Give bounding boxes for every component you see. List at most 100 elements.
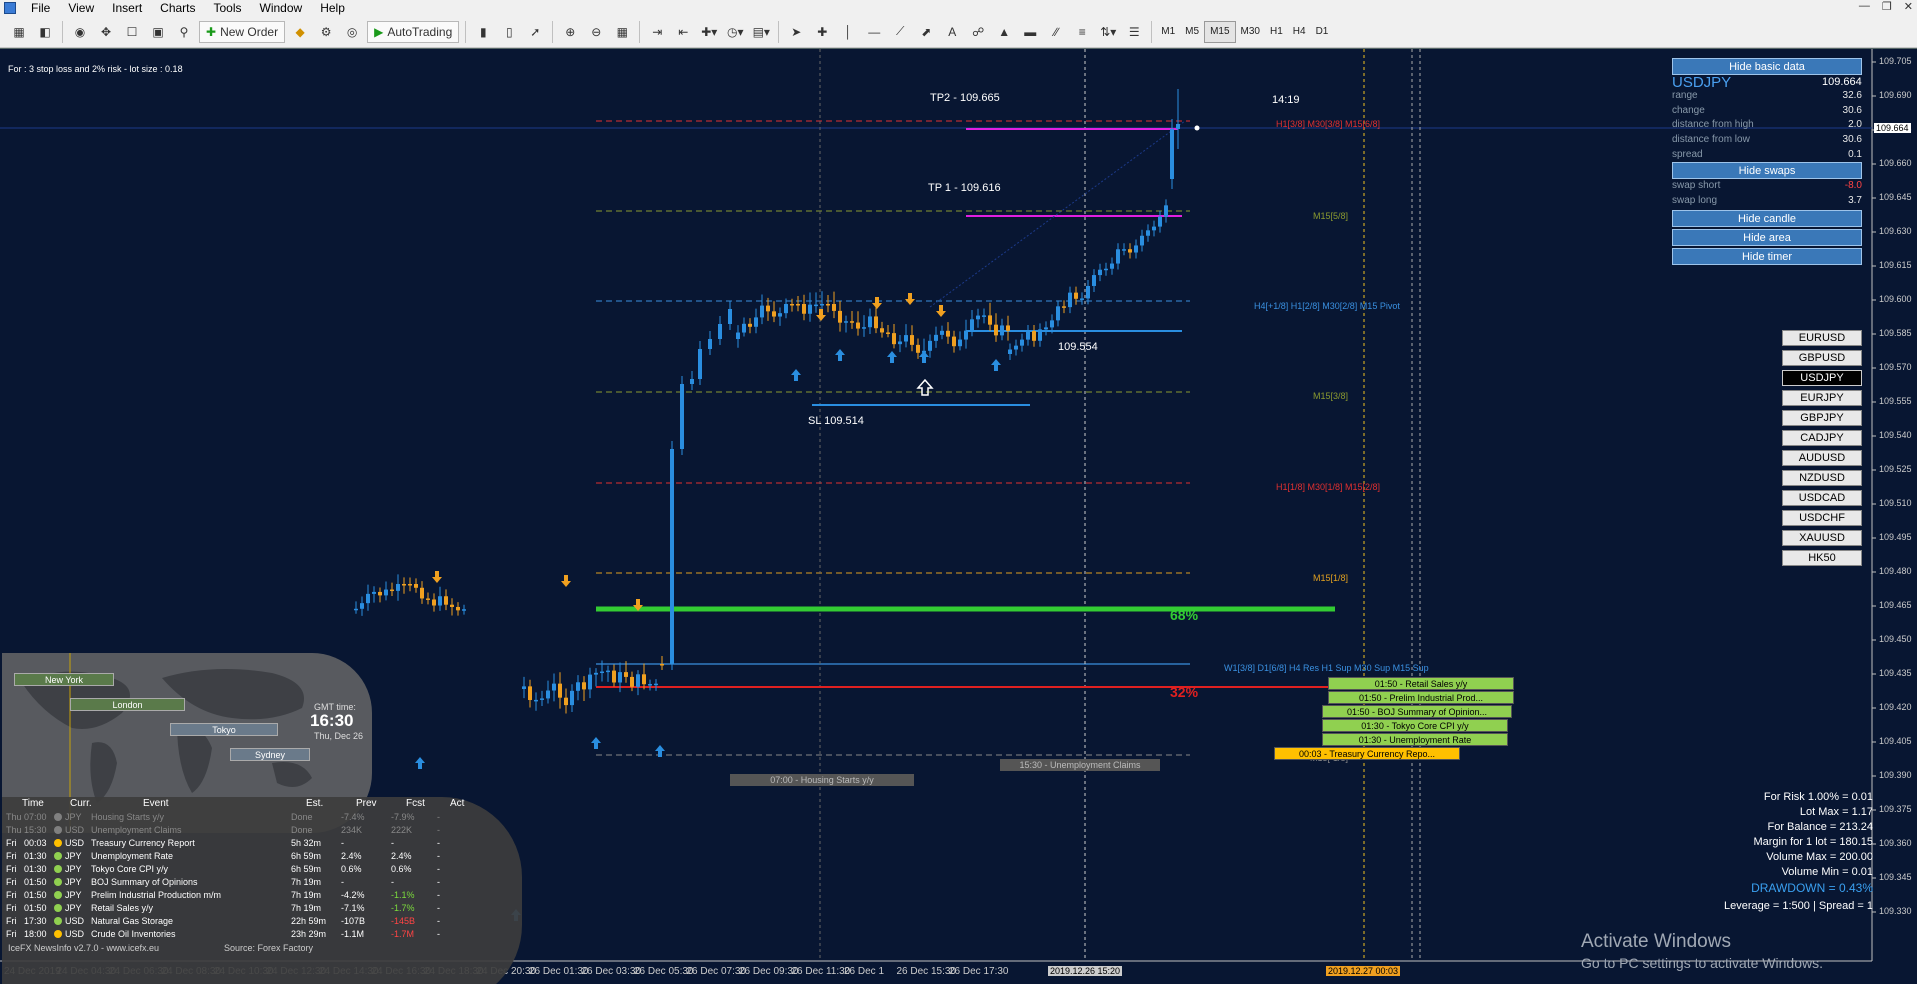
price-tick: 109.525 bbox=[1879, 464, 1912, 474]
data-window-icon[interactable]: ✥ bbox=[95, 21, 117, 43]
timeframe-m30[interactable]: M30 bbox=[1236, 21, 1265, 43]
fibo-retracement-icon[interactable]: ☰ bbox=[1123, 21, 1145, 43]
level-label-w1: W1[3/8] D1[6/8] H4 Res H1 Sup M30 Sup M1… bbox=[1224, 663, 1429, 673]
price-tick: 109.345 bbox=[1879, 872, 1912, 882]
close-icon[interactable]: ✕ bbox=[1904, 0, 1913, 13]
news-event: Natural Gas Storage bbox=[91, 915, 174, 926]
news-row[interactable]: Fri 00:03 USD Treasury Currency Report 5h 32… bbox=[6, 836, 457, 849]
vertical-line-icon[interactable]: │ bbox=[837, 21, 859, 43]
symbol-button-hk50[interactable]: HK50 bbox=[1782, 550, 1862, 566]
autotrading-label: AutoTrading bbox=[387, 24, 453, 39]
menu-tools[interactable]: Tools bbox=[205, 1, 251, 15]
toolbar-divider bbox=[62, 20, 63, 43]
symbol-button-usdcad[interactable]: USDCAD bbox=[1782, 490, 1862, 506]
symbol-button-usdchf[interactable]: USDCHF bbox=[1782, 510, 1862, 526]
symbol-button-usdjpy[interactable]: USDJPY bbox=[1782, 370, 1862, 386]
navigator-icon[interactable]: ☐ bbox=[121, 21, 143, 43]
line-chart-icon[interactable]: ➚ bbox=[524, 21, 546, 43]
profiles-icon[interactable]: ◧ bbox=[34, 21, 56, 43]
news-row[interactable]: Fri 17:30 USD Natural Gas Storage 22h 59m -10… bbox=[6, 914, 457, 927]
hide-area-button[interactable]: Hide area bbox=[1672, 229, 1862, 246]
news-row[interactable]: Fri 01:50 JPY Prelim Industrial Production … bbox=[6, 888, 457, 901]
timeframe-m1[interactable]: M1 bbox=[1156, 21, 1180, 43]
symbol-button-eurusd[interactable]: EURUSD bbox=[1782, 330, 1862, 346]
toolbar-divider bbox=[465, 20, 467, 43]
level-label-h1-3-8: H1[3/8] M30[3/8] M15[6/8] bbox=[1276, 119, 1381, 129]
bar-chart-icon[interactable]: ▮ bbox=[472, 21, 494, 43]
news-row[interactable]: Thu 15:30 USD Unemployment Claims Done 234K 22… bbox=[6, 823, 457, 836]
crosshair-icon[interactable]: ✚ bbox=[811, 21, 833, 43]
new-order-button[interactable]: ✚ New Order bbox=[199, 20, 286, 43]
templates-icon[interactable]: ▤▾ bbox=[750, 21, 772, 43]
hide-basic-data-button[interactable]: Hide basic data bbox=[1672, 58, 1862, 75]
zoom-in-icon[interactable]: ⊕ bbox=[559, 21, 581, 43]
tile-windows-icon[interactable]: ▦ bbox=[611, 21, 633, 43]
menu-charts[interactable]: Charts bbox=[151, 1, 204, 15]
hide-timer-button[interactable]: Hide timer bbox=[1672, 248, 1862, 265]
news-row[interactable]: Thu 07:00 JPY Housing Starts y/y Done -7.4% -7… bbox=[6, 810, 457, 823]
text-label-icon[interactable]: ☍ bbox=[967, 21, 989, 43]
timeframe-h4[interactable]: H4 bbox=[1288, 21, 1311, 43]
menu-window[interactable]: Window bbox=[251, 1, 312, 15]
timeframe-h1[interactable]: H1 bbox=[1265, 21, 1288, 43]
symbol-button-xauusd[interactable]: XAUUSD bbox=[1782, 530, 1862, 546]
menu-help[interactable]: Help bbox=[311, 1, 354, 15]
chart-shift-icon[interactable]: ⇤ bbox=[672, 21, 694, 43]
news-row[interactable]: Fri 01:30 JPY Unemployment Rate 6h 59m 2.4% 2.… bbox=[6, 849, 457, 862]
fibo-channel-icon[interactable]: ∕∕ bbox=[1045, 21, 1067, 43]
hide-candle-button[interactable]: Hide candle bbox=[1672, 210, 1862, 227]
timeframe-m5[interactable]: M5 bbox=[1180, 21, 1204, 43]
symbol-button-nzdusd[interactable]: NZDUSD bbox=[1782, 470, 1862, 486]
tp1-label: TP 1 - 109.616 bbox=[928, 182, 1001, 194]
timeframe-d1[interactable]: D1 bbox=[1311, 21, 1334, 43]
triangle-icon[interactable]: ▲ bbox=[993, 21, 1015, 43]
chart-area[interactable]: For : 3 stop loss and 2% risk - lot size… bbox=[0, 48, 1917, 984]
strategy-tester-icon[interactable]: ⚲ bbox=[173, 21, 195, 43]
zoom-out-icon[interactable]: ⊖ bbox=[585, 21, 607, 43]
sl-label: SL 109.514 bbox=[808, 415, 864, 427]
rectangle-icon[interactable]: ▬ bbox=[1019, 21, 1041, 43]
text-icon[interactable]: A bbox=[941, 21, 963, 43]
horizontal-line-icon[interactable]: — bbox=[863, 21, 885, 43]
candle-body bbox=[1104, 268, 1108, 271]
symbol-button-gbpusd[interactable]: GBPUSD bbox=[1782, 350, 1862, 366]
indicators-icon[interactable]: ✚▾ bbox=[698, 21, 720, 43]
symbol-button-audusd[interactable]: AUDUSD bbox=[1782, 450, 1862, 466]
autotrading-button[interactable]: ▶ AutoTrading bbox=[367, 20, 460, 43]
options-icon[interactable]: ⚙ bbox=[315, 21, 337, 43]
news-row[interactable]: Fri 01:50 JPY Retail Sales y/y 7h 19m -7.1% -1… bbox=[6, 901, 457, 914]
menu-view[interactable]: View bbox=[59, 1, 103, 15]
candle-body bbox=[1020, 339, 1024, 346]
minimize-icon[interactable]: — bbox=[1859, 0, 1870, 13]
buy-signal-arrow-icon bbox=[791, 369, 801, 381]
trendline-icon[interactable]: ⟋ bbox=[889, 21, 911, 43]
cursor-icon[interactable]: ➤ bbox=[785, 21, 807, 43]
news-row[interactable]: Fri 01:50 JPY BOJ Summary of Opinions 7h 19m… bbox=[6, 875, 457, 888]
periods-icon[interactable]: ◷▾ bbox=[724, 21, 746, 43]
restore-icon[interactable]: ❐ bbox=[1882, 0, 1892, 13]
candle-body bbox=[988, 315, 992, 325]
menu-insert[interactable]: Insert bbox=[103, 1, 151, 15]
metaeditor-icon[interactable]: ◆ bbox=[289, 21, 311, 43]
arrows-icon[interactable]: ⇅▾ bbox=[1097, 21, 1119, 43]
fibo-fan-icon[interactable]: ≡ bbox=[1071, 21, 1093, 43]
time-tick: 26 Dec 09:30 bbox=[739, 966, 799, 977]
timeframe-m15[interactable]: M15 bbox=[1204, 20, 1236, 43]
candlestick-icon[interactable]: ▯ bbox=[498, 21, 520, 43]
market-watch-icon[interactable]: ◉ bbox=[69, 21, 91, 43]
news-row[interactable]: Fri 01:30 JPY Tokyo Core CPI y/y 6h 59m 0.6% 0… bbox=[6, 862, 457, 875]
menu-file[interactable]: File bbox=[22, 1, 59, 15]
terminal-icon[interactable]: ▣ bbox=[147, 21, 169, 43]
signals-icon[interactable]: ◎ bbox=[341, 21, 363, 43]
price-tick: 109.360 bbox=[1879, 838, 1912, 848]
timer-label: 14:19 bbox=[1272, 94, 1300, 106]
autoscroll-icon[interactable]: ⇥ bbox=[646, 21, 668, 43]
symbol-button-gbpjpy[interactable]: GBPJPY bbox=[1782, 410, 1862, 426]
channel-icon[interactable]: ⬈ bbox=[915, 21, 937, 43]
hide-swaps-button[interactable]: Hide swaps bbox=[1672, 162, 1862, 179]
news-row[interactable]: Fri 18:00 USD Crude Oil Inventories 23h 29m -… bbox=[6, 927, 457, 940]
candle-body bbox=[534, 699, 538, 702]
new-chart-icon[interactable]: ▦ bbox=[8, 21, 30, 43]
symbol-button-eurjpy[interactable]: EURJPY bbox=[1782, 390, 1862, 406]
symbol-button-cadjpy[interactable]: CADJPY bbox=[1782, 430, 1862, 446]
